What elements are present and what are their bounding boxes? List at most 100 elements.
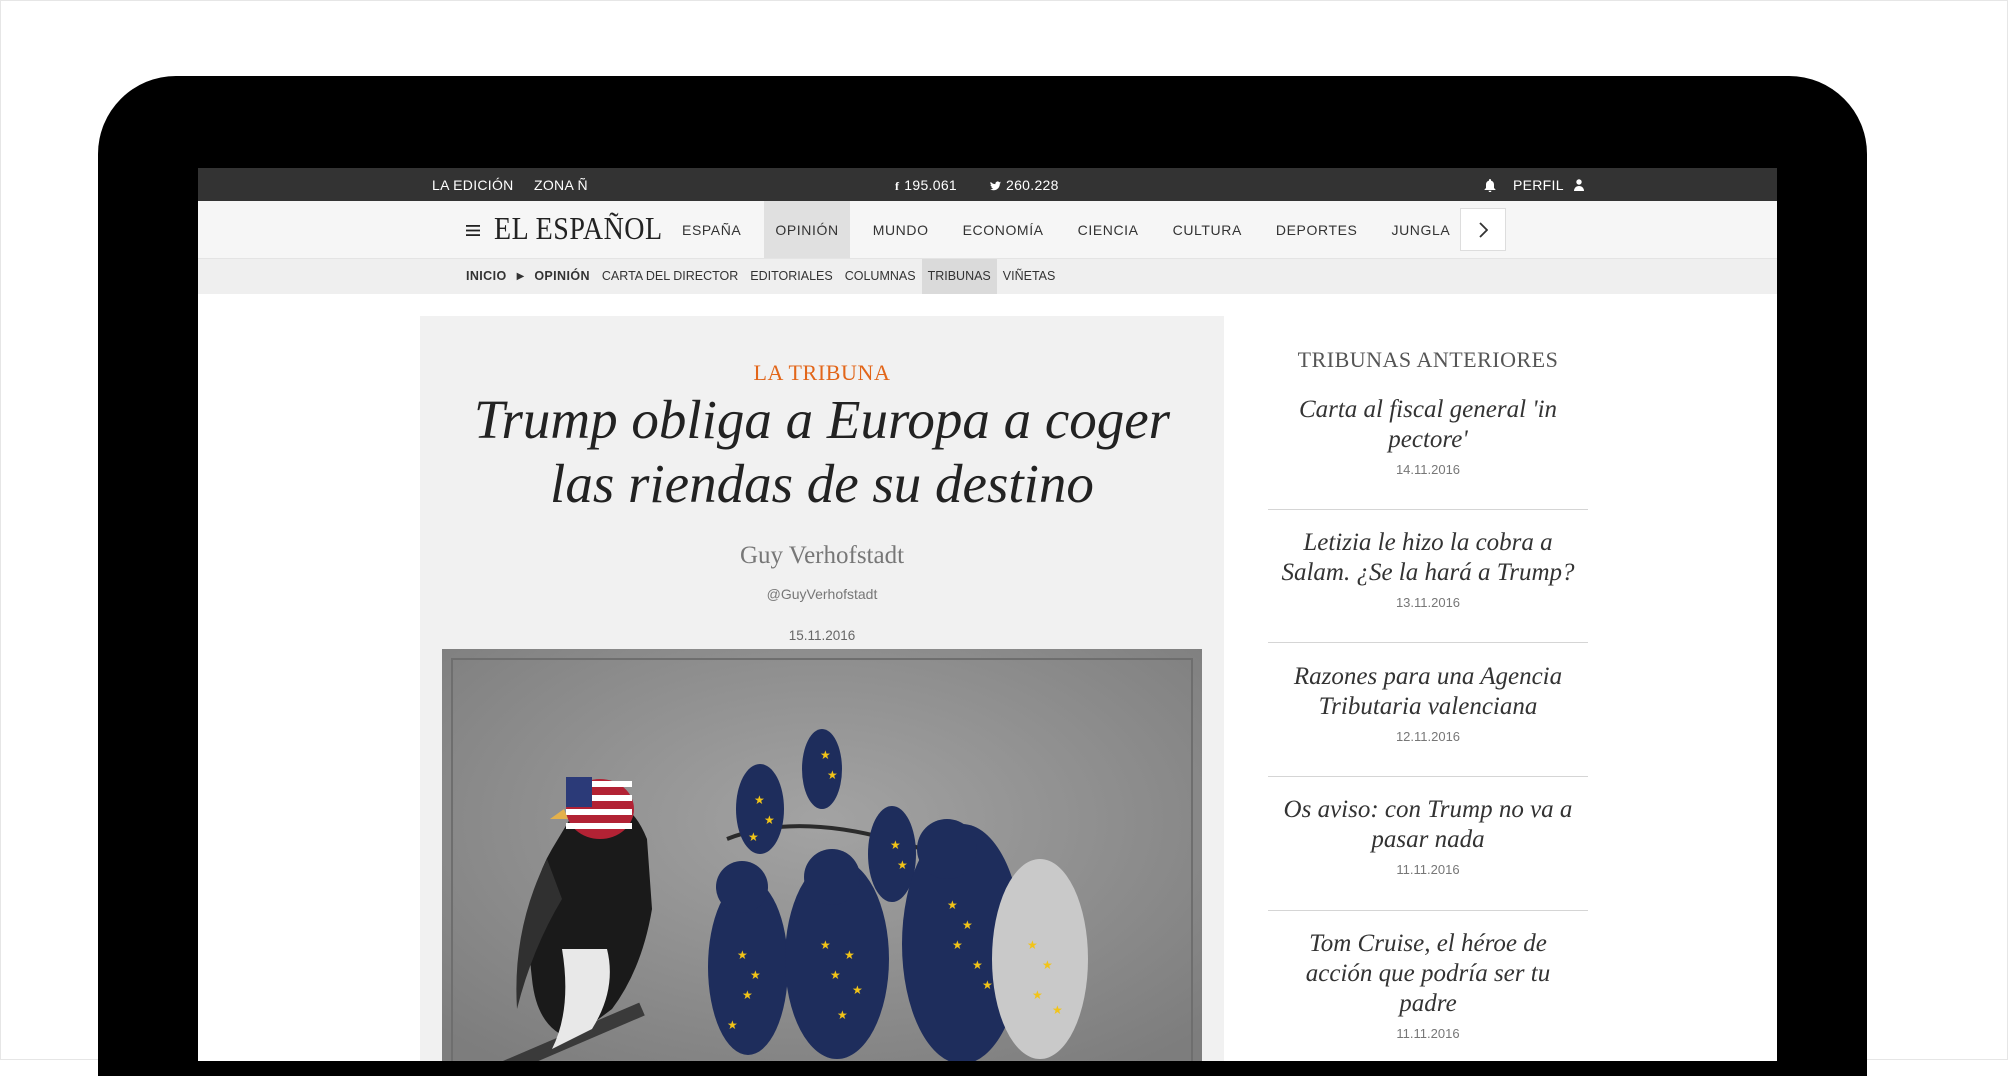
sidebar-item-title[interactable]: Os aviso: con Trump no va a pasar nada	[1268, 795, 1588, 855]
article-author[interactable]: Guy Verhofstadt	[420, 542, 1224, 570]
sidebar-divider	[1268, 910, 1588, 911]
site-logo[interactable]: EL ESPAÑOL	[494, 212, 663, 248]
breadcrumb-section[interactable]: OPINIÓN	[528, 259, 596, 294]
svg-text:★: ★	[947, 898, 958, 912]
svg-text:★: ★	[837, 1008, 848, 1022]
breadcrumb: INICIO ▶ OPINIÓN CARTA DEL DIRECTOR EDIT…	[198, 259, 1777, 294]
profile-label: PERFIL	[1513, 177, 1564, 193]
nav-item-deportes[interactable]: DEPORTES	[1265, 201, 1369, 258]
sidebar-item-title[interactable]: Letizia le hizo la cobra a Salam. ¿Se la…	[1268, 528, 1588, 588]
sidebar-item[interactable]: Os aviso: con Trump no va a pasar nada 1…	[1268, 795, 1588, 877]
svg-text:★: ★	[754, 793, 765, 807]
sidebar-item-title-line: Tributaria valenciana	[1318, 693, 1538, 720]
facebook-count: 195.061	[904, 177, 958, 193]
sidebar-item-title-line: acción que podría ser tu	[1305, 960, 1551, 987]
nav-next-button[interactable]	[1460, 208, 1506, 251]
svg-text:★: ★	[764, 813, 775, 827]
svg-text:★: ★	[890, 838, 901, 852]
edition-link[interactable]: LA EDICIÓN	[432, 177, 514, 193]
illustration-eagle-and-owls: ★★★ ★★ ★★ ★★★★ ★★★★★ ★★★★★ ★★★★	[442, 649, 1202, 1061]
facebook-link[interactable]: f 195.061	[895, 177, 957, 194]
user-icon	[1573, 179, 1584, 191]
breadcrumb-home[interactable]: INICIO	[466, 259, 513, 294]
svg-text:★: ★	[982, 978, 993, 992]
facebook-icon: f	[895, 179, 900, 193]
sidebar-item-title-line: Salam. ¿Se la hará a Trump?	[1281, 559, 1575, 586]
sidebar-item-title[interactable]: Tom Cruise, el héroe de acción que podrí…	[1268, 929, 1588, 1019]
nav-item-cultura[interactable]: CULTURA	[1162, 201, 1253, 258]
subnav-carta-del-director[interactable]: CARTA DEL DIRECTOR	[596, 259, 744, 294]
article-card: LA TRIBUNA Trump obliga a Europa a coger…	[420, 316, 1224, 1061]
author-handle[interactable]: @GuyVerhofstadt	[420, 586, 1224, 602]
nav-item-ciencia[interactable]: CIENCIA	[1067, 201, 1150, 258]
sidebar-item-title-line: pasar nada	[1371, 826, 1485, 853]
sidebar-item-date: 11.11.2016	[1396, 862, 1460, 877]
hamburger-menu-icon[interactable]	[466, 220, 482, 241]
article-date: 15.11.2016	[788, 628, 856, 643]
chevron-right-icon	[1479, 221, 1488, 238]
headline-line-2: las riendas de su destino	[550, 453, 1094, 514]
triangle-right-icon: ▶	[516, 271, 525, 282]
twitter-count: 260.228	[1006, 177, 1059, 193]
zone-link[interactable]: ZONA Ñ	[534, 177, 588, 193]
svg-text:★: ★	[852, 983, 863, 997]
svg-text:★: ★	[820, 748, 831, 762]
nav-menu: ESPAÑA OPINIÓN MUNDO ECONOMÍA CIENCIA CU…	[671, 201, 1473, 258]
svg-text:★: ★	[1052, 1003, 1063, 1017]
subnav-tribunas[interactable]: TRIBUNAS	[921, 259, 997, 294]
browser-screen: LA EDICIÓN ZONA Ñ f 195.061 260.228 PERFI…	[198, 168, 1777, 1061]
sidebar-item-title-line: Carta al fiscal general 'in	[1298, 396, 1558, 423]
nav-item-mundo[interactable]: MUNDO	[862, 201, 940, 258]
logo-area: EL ESPAÑOL	[466, 211, 663, 249]
headline-line-1: Trump obliga a Europa a coger	[473, 389, 1171, 450]
notifications-button[interactable]	[1484, 177, 1496, 193]
nav-item-espana[interactable]: ESPAÑA	[671, 201, 752, 258]
sidebar-item[interactable]: Carta al fiscal general 'in pectore' 14.…	[1268, 395, 1588, 477]
svg-text:★: ★	[844, 948, 855, 962]
sidebar-item-title[interactable]: Razones para una Agencia Tributaria vale…	[1268, 662, 1588, 722]
svg-text:★: ★	[748, 830, 759, 844]
twitter-icon	[990, 179, 1001, 193]
profile-link[interactable]: PERFIL	[1513, 177, 1584, 193]
twitter-link[interactable]: 260.228	[990, 177, 1059, 193]
nav-item-jungla[interactable]: JUNGLA	[1380, 201, 1461, 258]
sidebar-item-title[interactable]: Carta al fiscal general 'in pectore'	[1268, 395, 1588, 455]
sidebar-item-title-line: padre	[1399, 990, 1457, 1017]
subnav-columnas[interactable]: COLUMNAS	[839, 259, 922, 294]
svg-text:★: ★	[727, 1018, 738, 1032]
nav-item-opinion[interactable]: OPINIÓN	[764, 201, 850, 258]
article-headline: Trump obliga a Europa a coger las rienda…	[440, 388, 1204, 516]
svg-text:★: ★	[742, 988, 753, 1002]
sidebar-item-title-line: Letizia le hizo la cobra a	[1303, 529, 1553, 556]
svg-text:★: ★	[750, 968, 761, 982]
article-kicker[interactable]: LA TRIBUNA	[420, 360, 1224, 386]
sidebar-item-date: 13.11.2016	[1395, 595, 1461, 610]
sidebar-divider	[1268, 776, 1588, 777]
svg-text:★: ★	[830, 968, 841, 982]
sidebar-item[interactable]: Razones para una Agencia Tributaria vale…	[1268, 662, 1588, 744]
svg-text:★: ★	[1032, 988, 1043, 1002]
sidebar-item[interactable]: Letizia le hizo la cobra a Salam. ¿Se la…	[1268, 528, 1588, 610]
sidebar-item-date: 11.11.2016	[1396, 1026, 1460, 1041]
article-illustration: ★ ★ ★ ★ ★ ★ ★ ★ ★ ★ ★ ★ ★ ★ ★ ★ ★ ★ ★ ★ ★ ★ ★ ★ ★	[442, 649, 1202, 1061]
nav-item-economia[interactable]: ECONOMÍA	[952, 201, 1055, 258]
subnav-vinetas[interactable]: VIÑETAS	[997, 259, 1062, 294]
page-frame: LA EDICIÓN ZONA Ñ f 195.061 260.228 PERFI…	[0, 0, 2008, 1076]
svg-text:★: ★	[897, 858, 908, 872]
sidebar-divider	[1268, 642, 1588, 643]
svg-text:★: ★	[827, 768, 838, 782]
svg-text:★: ★	[972, 958, 983, 972]
sidebar-item[interactable]: Tom Cruise, el héroe de acción que podrí…	[1268, 929, 1588, 1041]
breadcrumb-row: INICIO ▶ OPINIÓN CARTA DEL DIRECTOR EDIT…	[466, 259, 1061, 294]
subnav-editoriales[interactable]: EDITORIALES	[744, 259, 838, 294]
svg-text:★: ★	[952, 938, 963, 952]
sidebar-item-title-line: Razones para una Agencia	[1293, 663, 1563, 690]
sidebar-item-date: 12.11.2016	[1395, 729, 1461, 744]
sidebar-item-title-line: Tom Cruise, el héroe de	[1309, 930, 1547, 957]
sidebar-title: TRIBUNAS ANTERIORES	[1297, 347, 1559, 372]
svg-text:★: ★	[962, 918, 973, 932]
sidebar-item-title-line: pectore'	[1388, 426, 1468, 453]
sidebar-divider	[1268, 509, 1588, 510]
svg-text:★: ★	[737, 948, 748, 962]
svg-text:★: ★	[1027, 938, 1038, 952]
